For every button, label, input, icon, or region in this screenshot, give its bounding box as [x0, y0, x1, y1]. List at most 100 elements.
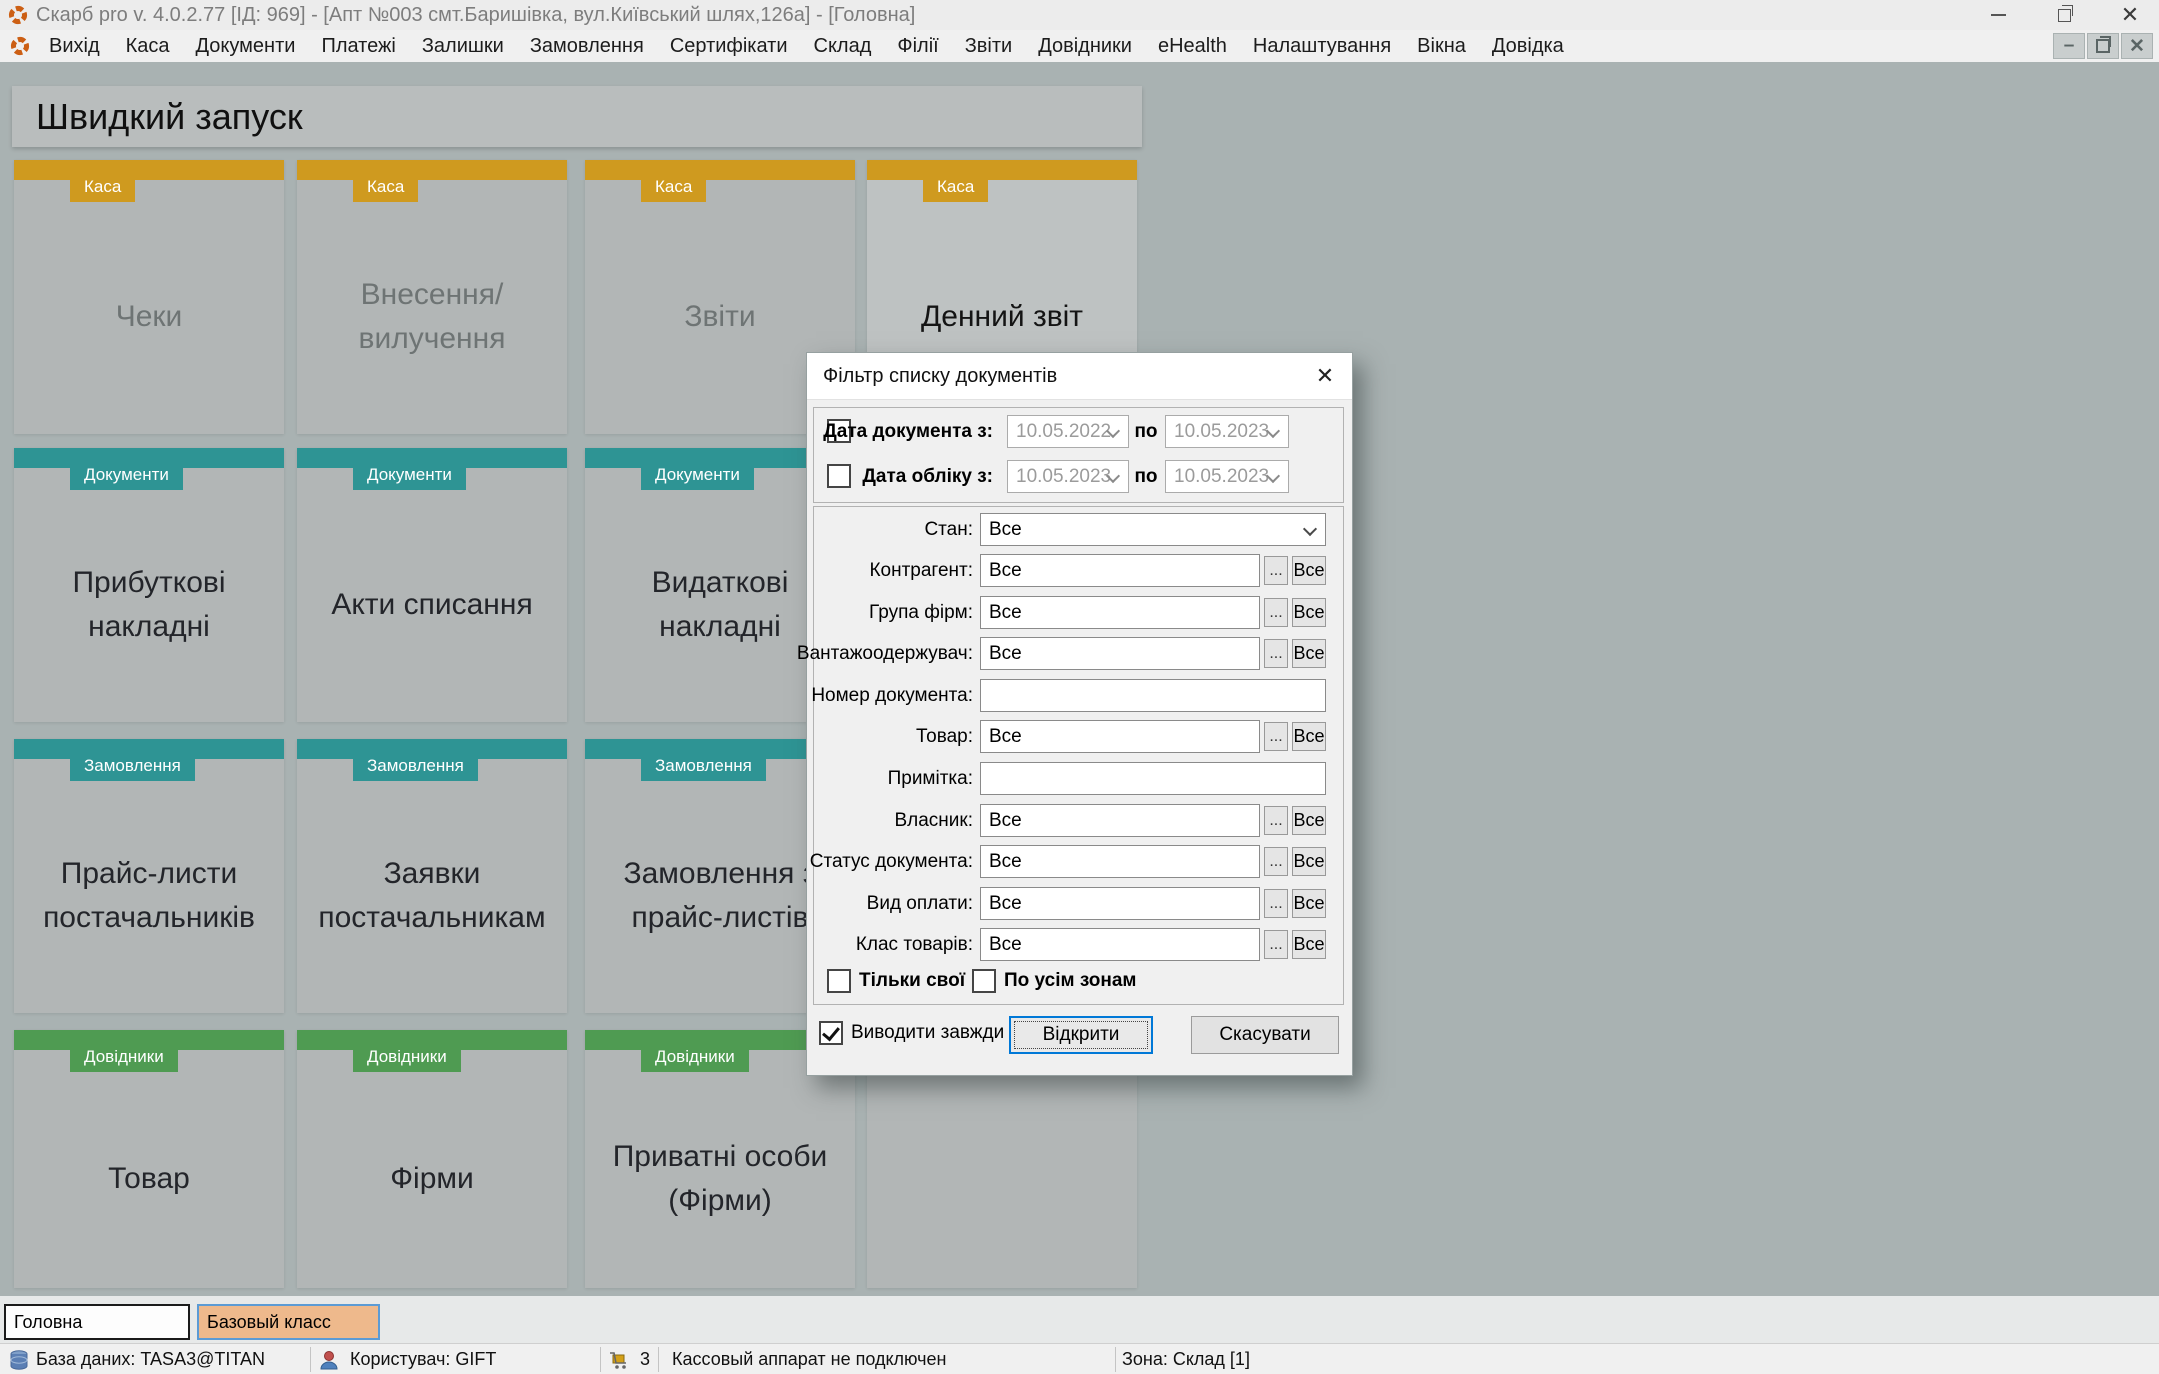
prymitka-row: Примітка: [807, 762, 1352, 795]
nomer-dokumenta-input[interactable] [980, 679, 1326, 712]
tile-label: Акти списання [331, 588, 533, 621]
menu-item-filii[interactable]: Філії [884, 30, 951, 62]
lookup-dots-button[interactable]: ... [1264, 598, 1288, 627]
tile-category-tag: Документи [353, 460, 466, 490]
app-logo-icon [9, 6, 27, 24]
field-label: Група фірм: [869, 602, 973, 623]
mdi-minimize-button[interactable]: – [2053, 33, 2085, 59]
menu-item-kasa[interactable]: Каса [113, 30, 183, 62]
lookup-dots-button[interactable]: ... [1264, 806, 1288, 835]
status-user: Користувач: GIFT [350, 1349, 497, 1369]
cancel-button[interactable]: Скасувати [1191, 1016, 1339, 1054]
tile-label: Прайс-листи постачальників [43, 857, 255, 934]
klas-tovariv-row: Клас товарів: ... Все [807, 928, 1352, 961]
menu-item-nalashtuvannia[interactable]: Налаштування [1240, 30, 1404, 62]
date-accounting-to[interactable]: 10.05.2023 [1165, 460, 1289, 493]
menu-item-vykhid[interactable]: Вихід [36, 30, 113, 62]
restore-icon [2057, 4, 2073, 22]
tile-cheky[interactable]: Каса Чеки [14, 160, 284, 434]
tile-prais-lysty-postachalnykiv[interactable]: Замовлення Прайс-листи постачальників [14, 739, 284, 1013]
dialog-close-icon[interactable]: ✕ [1306, 357, 1344, 395]
lookup-all-button[interactable]: Все [1292, 847, 1326, 876]
lookup-dots-button[interactable]: ... [1264, 556, 1288, 585]
tile-category-tag: Документи [641, 460, 754, 490]
tile-strip [867, 160, 1137, 180]
restore-button[interactable] [2041, 0, 2087, 30]
menu-item-vikna[interactable]: Вікна [1404, 30, 1479, 62]
tovar-input[interactable] [980, 720, 1260, 753]
menu-item-zvity[interactable]: Звіти [952, 30, 1025, 62]
status-dokumenta-input[interactable] [980, 845, 1260, 878]
lookup-dots-button[interactable]: ... [1264, 722, 1288, 751]
menu-item-dovidnyky[interactable]: Довідники [1025, 30, 1145, 62]
tile-strip [14, 160, 284, 180]
lookup-all-button[interactable]: Все [1292, 556, 1326, 585]
kontragent-input[interactable] [980, 554, 1260, 587]
date-document-from[interactable]: 10.05.2022 [1007, 415, 1129, 448]
vlasnyk-input[interactable] [980, 804, 1260, 837]
mdi-restore-button[interactable] [2087, 33, 2119, 59]
lookup-all-button[interactable]: Все [1292, 930, 1326, 959]
status-separator [600, 1347, 601, 1372]
menu-item-dovidka[interactable]: Довідка [1479, 30, 1577, 62]
lookup-all-button[interactable]: Все [1292, 598, 1326, 627]
hrupa-firm-input[interactable] [980, 596, 1260, 629]
date-value: 10.05.2022 [1016, 421, 1112, 442]
vantazhooderzhuvach-input[interactable] [980, 637, 1260, 670]
only-own-checkbox[interactable] [827, 969, 851, 993]
date-accounting-label: Дата обліку з: [862, 466, 993, 487]
tab-holovna[interactable]: Головна [4, 1304, 190, 1340]
hrupa-firm-row: Група фірм: ... Все [807, 596, 1352, 629]
tile-prybutkovi-nakladni[interactable]: Документи Прибуткові накладні [14, 448, 284, 722]
date-accounting-checkbox[interactable] [827, 464, 851, 488]
date-accounting-from[interactable]: 10.05.2023 [1007, 460, 1129, 493]
tile-category-tag: Довідники [353, 1042, 461, 1072]
field-label: Номер документа: [811, 685, 973, 706]
menu-item-dokumenty[interactable]: Документи [183, 30, 309, 62]
lookup-all-button[interactable]: Все [1292, 639, 1326, 668]
mdi-close-button[interactable]: ✕ [2121, 33, 2153, 59]
all-zones-checkbox[interactable] [972, 969, 996, 993]
lookup-dots-button[interactable]: ... [1264, 639, 1288, 668]
tile-category-tag: Документи [70, 460, 183, 490]
lookup-dots-button[interactable]: ... [1264, 847, 1288, 876]
nomer-dokumenta-row: Номер документа: [807, 679, 1352, 712]
close-button[interactable]: ✕ [2107, 0, 2153, 30]
quick-launch-header: Швидкий запуск [12, 86, 1142, 147]
tab-bazovyi-klass[interactable]: Базовый класс [197, 1304, 380, 1340]
tile-label: Внесення/вилучення [358, 278, 506, 355]
lookup-all-button[interactable]: Все [1292, 806, 1326, 835]
menu-item-zamovlennia[interactable]: Замовлення [517, 30, 657, 62]
menu-item-platezhi[interactable]: Платежі [308, 30, 408, 62]
open-button[interactable]: Відкрити [1009, 1016, 1153, 1054]
vyd-oplaty-input[interactable] [980, 887, 1260, 920]
status-dokumenta-row: Статус документа: ... Все [807, 845, 1352, 878]
lookup-all-button[interactable]: Все [1292, 722, 1326, 751]
tab-strip: Головна Базовый класс [0, 1296, 2159, 1343]
menu-item-sklad[interactable]: Склад [801, 30, 885, 62]
lookup-all-button[interactable]: Все [1292, 889, 1326, 918]
klas-tovariv-input[interactable] [980, 928, 1260, 961]
menu-item-sertyfikaty[interactable]: Сертифікати [657, 30, 801, 62]
prymitka-input[interactable] [980, 762, 1326, 795]
status-cash-message: Кассовый аппарат не подключен [672, 1349, 947, 1369]
status-separator [658, 1347, 659, 1372]
tile-label: Приватні особи (Фірми) [612, 1140, 828, 1217]
lookup-dots-button[interactable]: ... [1264, 889, 1288, 918]
tile-tovar[interactable]: Довідники Товар [14, 1030, 284, 1288]
stan-combobox[interactable] [980, 513, 1326, 546]
menu-item-zalyshky[interactable]: Залишки [409, 30, 517, 62]
tile-akty-spysannia[interactable]: Документи Акти списання [297, 448, 567, 722]
minimize-button[interactable] [1975, 0, 2021, 30]
tile-vnesennia-vyluchennia[interactable]: Каса Внесення/вилучення [297, 160, 567, 434]
lookup-dots-button[interactable]: ... [1264, 930, 1288, 959]
always-show-checkbox[interactable] [819, 1021, 843, 1045]
date-accounting-row: Дата обліку з: 10.05.2023 по 10.05.2023 [807, 460, 1352, 493]
cart-icon [610, 1352, 626, 1369]
tile-category-tag: Каса [353, 172, 419, 202]
menu-item-ehealth[interactable]: eHealth [1145, 30, 1240, 62]
tile-zaiavky-postachalnykam[interactable]: Замовлення Заявки постачальникам [297, 739, 567, 1013]
date-document-to[interactable]: 10.05.2023 [1165, 415, 1289, 448]
tile-firmy[interactable]: Довідники Фірми [297, 1030, 567, 1288]
always-show-label: Виводити завжди [851, 1022, 1005, 1043]
